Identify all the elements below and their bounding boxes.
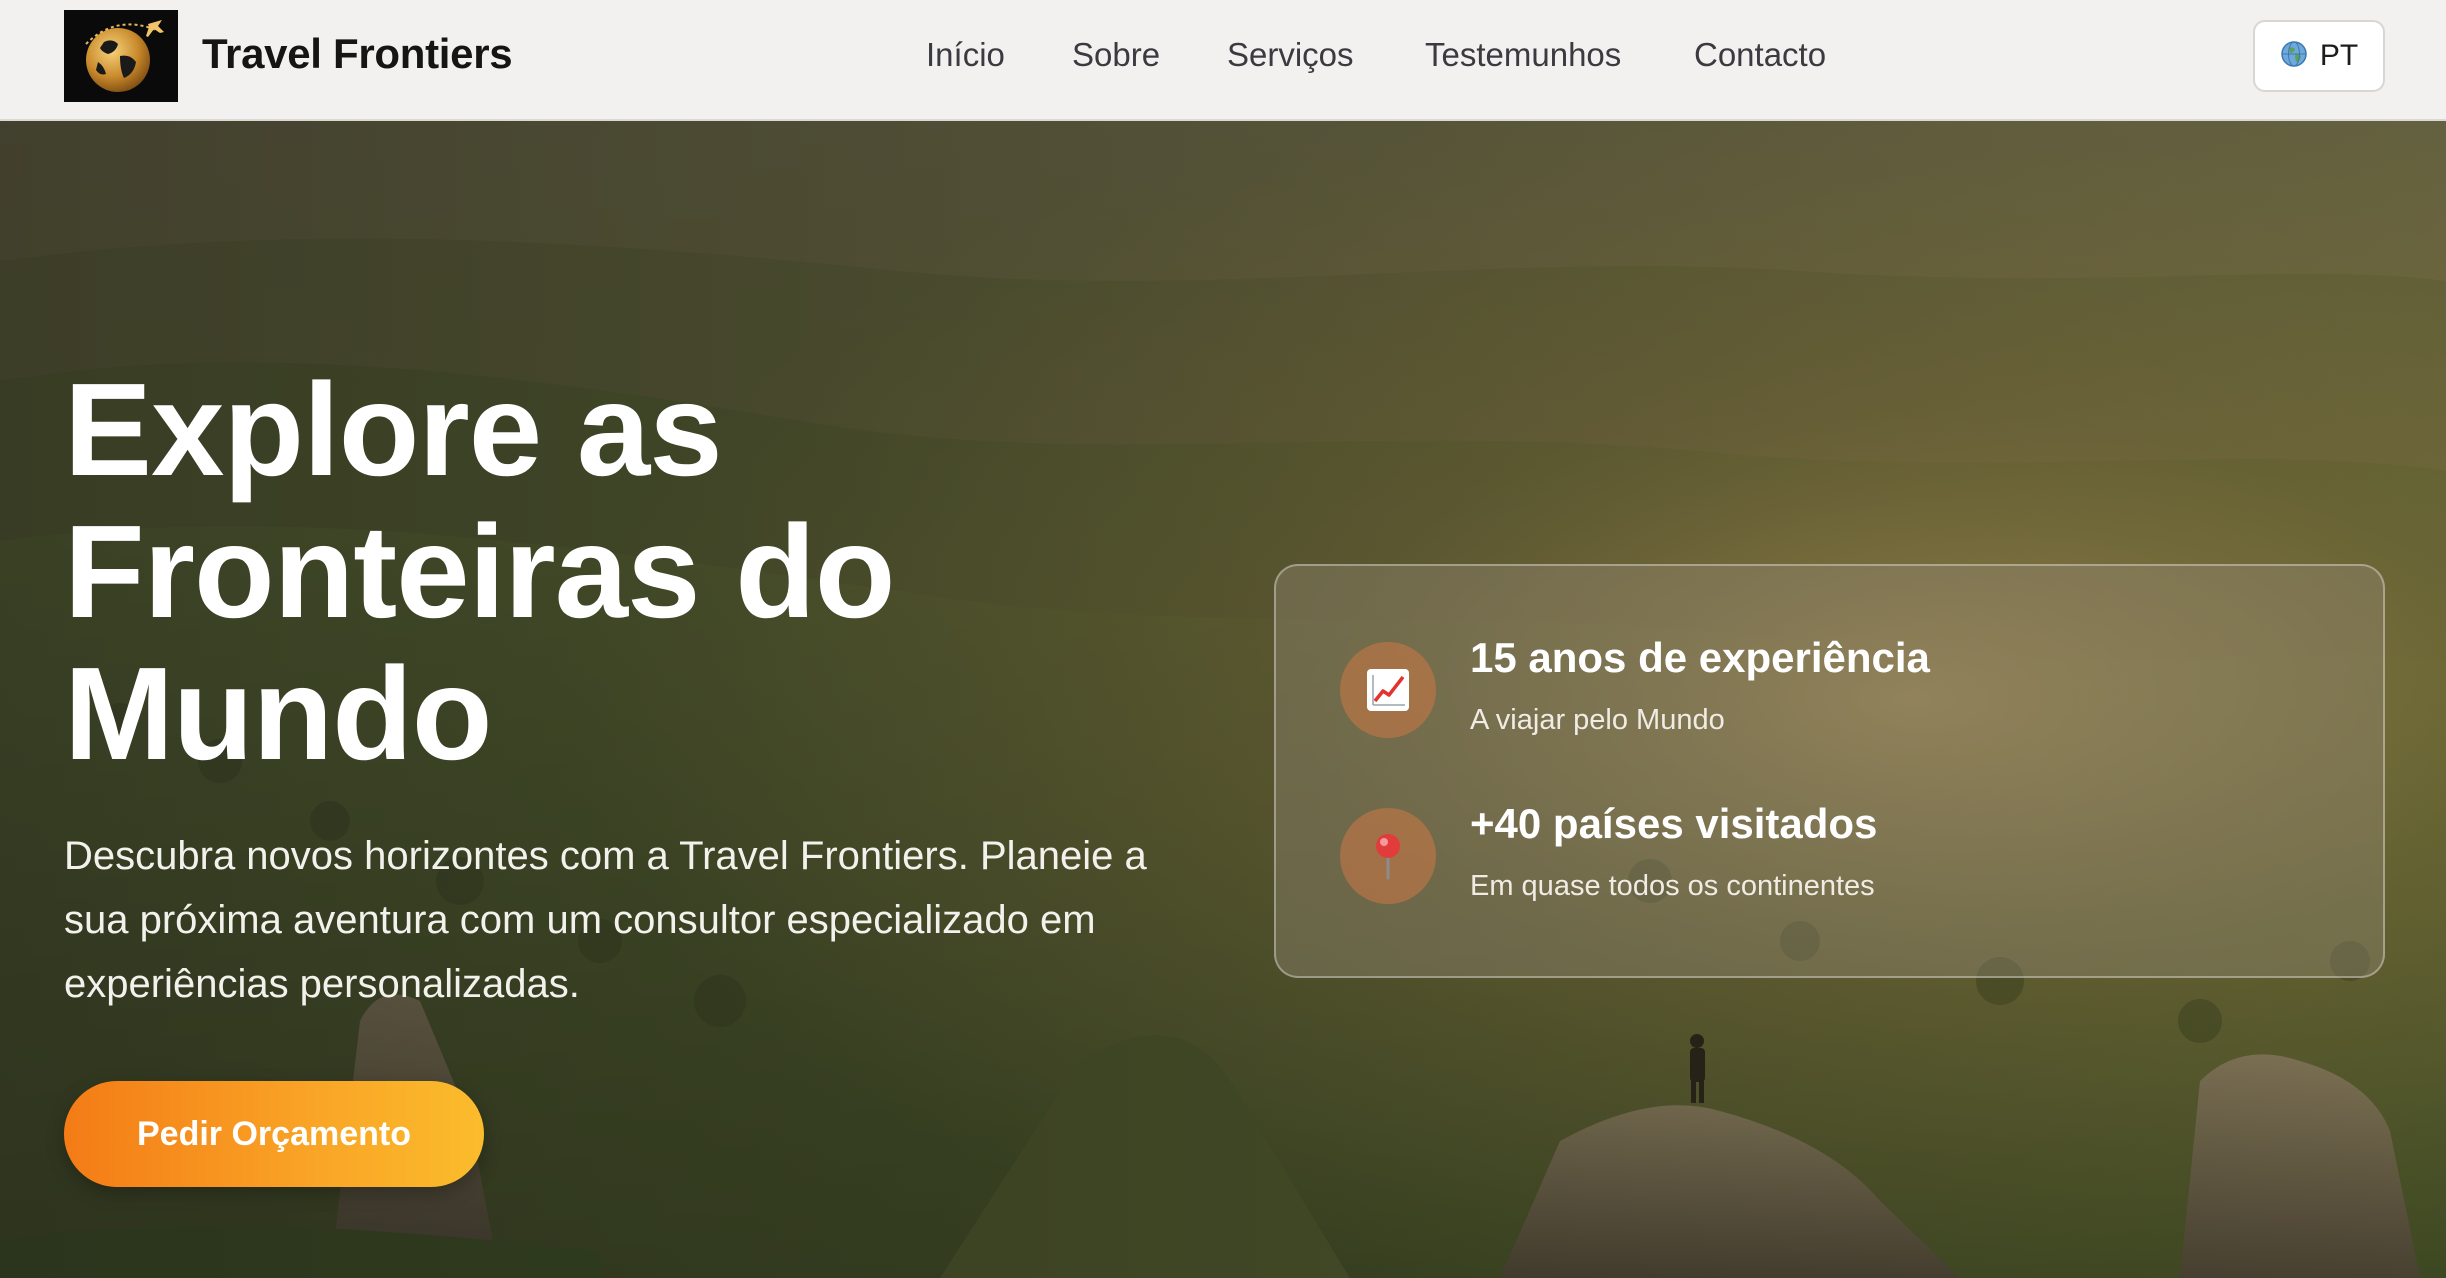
- stat-title: 15 anos de experiência: [1470, 634, 1930, 681]
- hero-description: Descubra novos horizontes com a Travel F…: [64, 834, 1147, 1006]
- hero-title-line: Fronteiras do: [64, 498, 895, 645]
- request-quote-button[interactable]: Pedir Orçamento: [64, 1081, 484, 1187]
- nav-link-contacto[interactable]: Contacto: [1694, 33, 1826, 77]
- stat-item-countries: +40 países visitados Em quase todos os c…: [1340, 800, 2340, 928]
- nav-link-testemunhos[interactable]: Testemunhos: [1425, 33, 1621, 77]
- chart-increasing-icon: [1340, 642, 1436, 738]
- nav-link-inicio[interactable]: Início: [926, 33, 1005, 77]
- site-header: Travel Frontiers Início Sobre Serviços T…: [0, 0, 2446, 121]
- globe-icon: [2280, 40, 2308, 73]
- hero-section: Explore as Fronteiras do Mundo Descubra …: [0, 121, 2446, 1278]
- hero-title-line: Explore as: [64, 356, 723, 503]
- hero-title-line: Mundo: [64, 640, 492, 787]
- stat-subtitle: A viajar pelo Mundo: [1470, 704, 1725, 736]
- stat-subtitle: Em quase todos os continentes: [1470, 870, 1875, 902]
- stats-card: 15 anos de experiência A viajar pelo Mun…: [1274, 564, 2385, 978]
- hero-title: Explore as Fronteiras do Mundo: [64, 359, 1164, 785]
- main-nav: Início Sobre Serviços Testemunhos Contac…: [0, 0, 2446, 110]
- language-label: PT: [2319, 39, 2359, 72]
- stat-title: +40 países visitados: [1470, 800, 1878, 847]
- pushpin-icon: [1340, 808, 1436, 904]
- language-selector-button[interactable]: PT: [2253, 20, 2385, 92]
- nav-link-sobre[interactable]: Sobre: [1072, 33, 1160, 77]
- stat-item-experience: 15 anos de experiência A viajar pelo Mun…: [1340, 634, 2340, 762]
- nav-link-servicos[interactable]: Serviços: [1227, 33, 1354, 77]
